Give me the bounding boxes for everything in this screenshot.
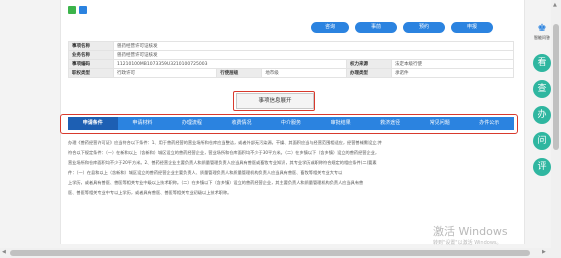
info-label: 办理类型 [346,68,393,78]
horizontal-scrollbar[interactable]: ◀ ▶ [0,248,551,258]
pre-review-button[interactable]: 事前 [355,22,397,33]
info-label: 业务名称 [68,50,114,60]
sidebar-button-query[interactable]: 查 [533,80,551,98]
info-value: 法定本级行使 [391,59,514,69]
appointment-button[interactable]: 预约 [403,22,445,33]
info-label: 权力来源 [346,59,393,69]
consult-button[interactable]: 咨询 [311,22,349,33]
paragraph-line: 件：（一）在县和以上（含新和）城区设立的兽药经营企业主要负责人、质量管理负责人和… [68,170,343,175]
info-value: 11210100MB1073359U3210100725003 [112,59,348,69]
watermark-subtitle: 转到"设置"以激活 Windows。 [433,240,502,246]
info-value: 承诺件 [391,68,514,78]
info-label: 事项名称 [68,41,114,51]
robot-icon: ♚ [537,23,547,34]
scroll-left-icon[interactable]: ◀ [2,249,6,255]
table-row: 业务名称 兽药经营许可证核发 [68,50,514,60]
top-icons [68,6,87,14]
expand-info-button[interactable]: 事项信息展开 [236,93,314,109]
scroll-right-icon[interactable]: ▶ [542,249,546,255]
sidebar-button-view[interactable]: 看 [533,54,551,72]
table-row: 事项编码 11210100MB1073359U3210100725003 权力来… [68,59,514,69]
sidebar-button-handle[interactable]: 办 [533,106,551,124]
info-label: 行使层级 [216,68,263,78]
scroll-up-icon[interactable]: ▲ [553,2,557,8]
sidebar-button-ask[interactable]: 问 [533,132,551,150]
info-value: 兽药经营许可证核发 [113,41,514,51]
info-value: 地市级 [261,68,348,78]
info-value: 行政许可 [112,68,218,78]
vertical-scroll-thumb[interactable] [553,24,559,150]
table-row: 事项名称 兽药经营许可证核发 [68,41,514,51]
table-row: 职权类型 行政许可 行使层级 地市级 办理类型 承诺件 [68,68,514,78]
vertical-scrollbar[interactable]: ▲ [551,0,561,258]
paragraph-line: 医、兽医等相关专业中专以上学历，或者具有兽医、兽医等相关专业初级以上技术职称。 [68,190,232,195]
info-label: 职权类型 [68,68,114,78]
watermark-title: 激活 Windows [433,225,508,238]
conditions-text: 办理《兽药经营许可证》应当符合以下条件：1、用于兽药经营的营业场所和仓库应当整洁… [68,138,512,198]
top-button-group: 咨询 事前 预约 申报 [311,22,493,33]
smart-qa[interactable]: ♚ 智能问答 [531,23,553,41]
apply-button[interactable]: 申报 [451,22,493,33]
green-square-icon [68,6,76,14]
info-label: 事项编码 [68,59,114,69]
sidebar-button-rate[interactable]: 评 [533,158,551,176]
paragraph-line: 营业场所和仓库面积均不少于20平方米。2、兽药经营企业主要负责人和质量管理负责人… [68,160,377,165]
paragraph-line: 上学历，或者具有兽医、兽医等相关专业中级以上技术职称。（二）在乡镇以下（含乡镇）… [68,180,364,185]
paragraph-line: 符合以下规定条件：（一）在新和以上（含新和）城区设立的兽药经营企业，营业场所和仓… [68,150,380,155]
smart-qa-label: 智能问答 [534,35,550,40]
horizontal-scroll-thumb[interactable] [10,250,530,256]
blue-square-icon [79,6,87,14]
windows-activation-watermark: 激活 Windows 转到"设置"以激活 Windows。 [433,223,508,246]
paragraph-line: 办理《兽药经营许可证》应当符合以下条件：1、用于兽药经营的营业场所和仓库应当整洁… [68,140,382,145]
tabs-highlight-box [60,114,518,134]
info-value: 兽药经营许可证核发 [113,50,514,60]
item-info-table: 事项名称 兽药经营许可证核发 业务名称 兽药经营许可证核发 事项编码 11210… [68,41,514,78]
